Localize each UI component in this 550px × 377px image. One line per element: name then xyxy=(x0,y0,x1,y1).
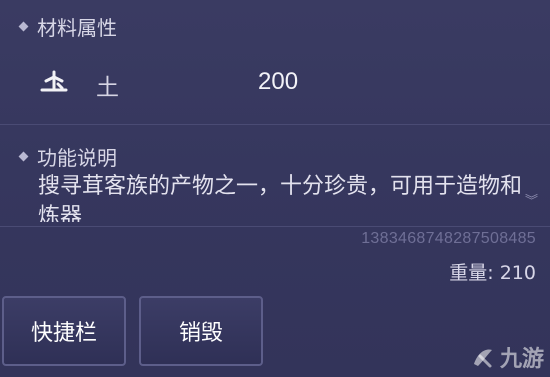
scroll-down-chevron-icon[interactable]: ︾ xyxy=(525,195,538,208)
quick-bar-button[interactable]: 快捷栏 xyxy=(2,296,126,366)
attribute-name: 土 xyxy=(96,75,119,101)
destroy-button[interactable]: 销毁 xyxy=(139,296,263,366)
section-divider xyxy=(0,124,550,125)
material-attributes-header: 材料属性 xyxy=(18,12,117,41)
attribute-value: 200 xyxy=(258,68,299,95)
function-description-header: 功能说明 xyxy=(18,142,117,171)
description-text[interactable]: 搜寻茸客族的产物之一，十分珍贵，可用于造物和炼器 xyxy=(38,172,523,222)
diamond-bullet-icon xyxy=(18,151,29,162)
item-serial-number: 1383468748287508485 xyxy=(361,230,536,247)
watermark: 九游 xyxy=(468,341,544,373)
attribute-row: 土 200 xyxy=(38,64,418,104)
earth-element-icon xyxy=(40,70,68,92)
jiuyou-logo xyxy=(473,349,492,368)
diamond-bullet-icon xyxy=(18,21,29,32)
watermark-text: 九游 xyxy=(499,347,544,372)
function-description-title: 功能说明 xyxy=(37,146,117,170)
material-attributes-title: 材料属性 xyxy=(37,16,117,40)
section-divider xyxy=(0,226,550,227)
item-detail-panel: 材料属性 土 200 功能说明 搜寻茸客族的产物之一，十分珍贵，可用于造物和炼器… xyxy=(0,0,550,377)
item-weight: 重量: 210 xyxy=(449,262,536,284)
